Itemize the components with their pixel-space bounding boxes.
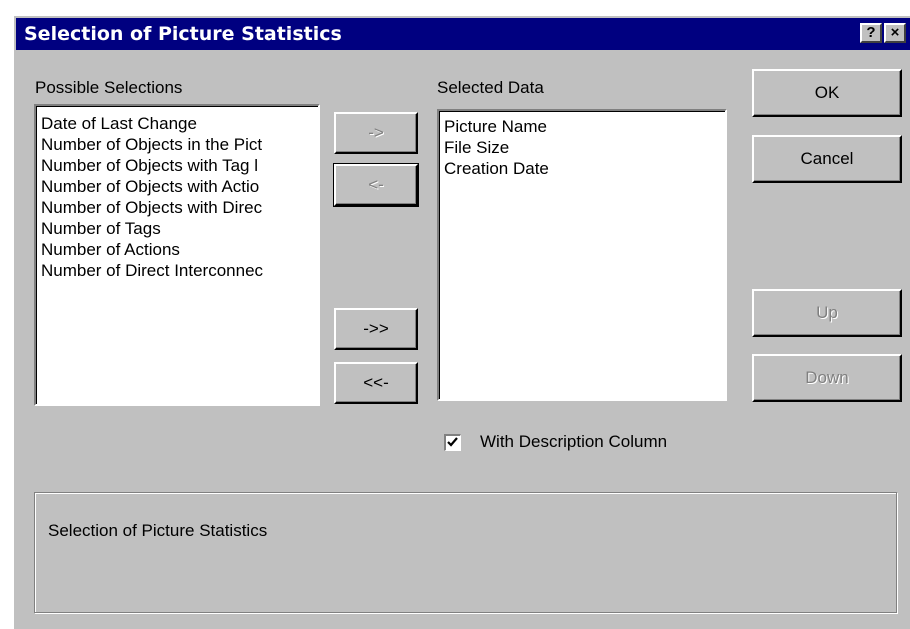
help-button[interactable]: ? [860, 23, 882, 43]
ok-button[interactable]: OK [752, 69, 902, 117]
description-column-label[interactable]: With Description Column [480, 432, 667, 452]
cancel-button[interactable]: Cancel [752, 135, 902, 183]
add-all-button[interactable]: ->> [334, 308, 418, 350]
window-title: Selection of Picture Statistics [24, 23, 342, 45]
description-text: Selection of Picture Statistics [48, 521, 268, 540]
title-bar[interactable]: Selection of Picture Statistics ? × [16, 18, 910, 50]
list-item[interactable]: Number of Actions [36, 239, 318, 260]
list-item[interactable]: Picture Name [439, 116, 725, 137]
selected-data-label: Selected Data [437, 78, 544, 97]
up-button[interactable]: Up [752, 289, 902, 337]
checkmark-icon [447, 437, 458, 447]
list-item[interactable]: Number of Direct Interconnec [36, 260, 318, 281]
description-column-checkbox[interactable] [444, 434, 461, 451]
list-item[interactable]: File Size [439, 137, 725, 158]
add-button[interactable]: -> [334, 112, 418, 154]
list-item[interactable]: Number of Tags [36, 218, 318, 239]
remove-button[interactable]: <- [333, 163, 419, 207]
possible-selections-listbox[interactable]: Date of Last Change Number of Objects in… [34, 104, 320, 406]
close-button[interactable]: × [884, 23, 906, 43]
list-item[interactable]: Date of Last Change [36, 113, 318, 134]
remove-all-button[interactable]: <<- [334, 362, 418, 404]
list-item[interactable]: Number of Objects with Actio [36, 176, 318, 197]
list-item[interactable]: Number of Objects with Tag l [36, 155, 318, 176]
picture-statistics-dialog: Selection of Picture Statistics ? × Poss… [12, 14, 910, 629]
possible-selections-label: Possible Selections [35, 78, 183, 97]
list-item[interactable]: Creation Date [439, 158, 725, 179]
down-button[interactable]: Down [752, 354, 902, 402]
list-item[interactable]: Number of Objects with Direc [36, 197, 318, 218]
description-panel: Selection of Picture Statistics [34, 492, 897, 613]
selected-data-listbox[interactable]: Picture Name File Size Creation Date [437, 109, 727, 401]
list-item[interactable]: Number of Objects in the Pict [36, 134, 318, 155]
